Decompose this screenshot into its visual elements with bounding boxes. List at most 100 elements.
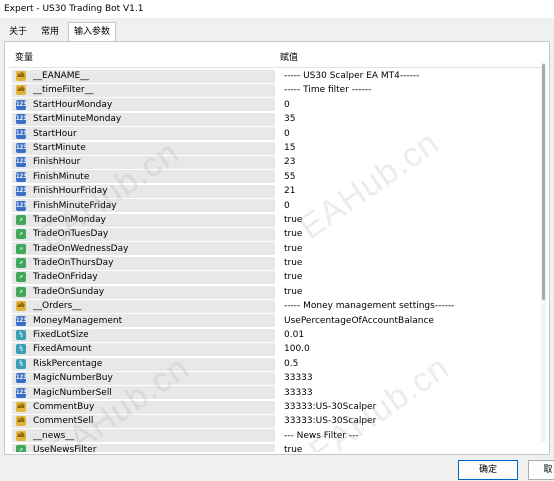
integer-type-icon: 123 [16,200,27,211]
variable-value[interactable]: --- News Filter --- [284,429,359,443]
table-row[interactable]: ½ RiskPercentage 0.5 [9,357,543,371]
variable-name: FinishHourFriday [33,186,108,197]
table-row[interactable]: 123 StartHour 0 [9,127,543,141]
integer-type-icon: 123 [16,171,27,182]
variable-value[interactable]: 15 [284,141,295,155]
variable-value[interactable]: 35 [284,112,295,126]
integer-type-icon: 123 [16,315,27,326]
integer-type-icon: 123 [16,387,27,398]
table-row[interactable]: 123 FinishHourFriday 21 [9,184,543,198]
variable-value[interactable]: 33333 [284,371,313,385]
table-row[interactable]: ↗ TradeOnWednessDay true [9,242,543,256]
table-row[interactable]: 123 StartHourMonday 0 [9,98,543,112]
table-row[interactable]: 123 MoneyManagement UsePercentageOfAccount… [9,314,543,328]
variable-value[interactable]: 0 [284,127,290,141]
integer-type-icon: 123 [16,373,27,384]
variable-value[interactable]: true [284,213,302,227]
variable-value[interactable]: ----- US30 Scalper EA MT4------ [284,69,419,83]
table-row[interactable]: ↗ TradeOnThursDay true [9,256,543,270]
variable-name: StartHour [33,128,77,139]
variable-value[interactable]: true [284,256,302,270]
variable-name: FinishMinuteFriday [33,200,117,211]
variable-value[interactable]: true [284,227,302,241]
cancel-button[interactable]: 取 [528,460,554,480]
variable-value[interactable]: ----- Money management settings------ [284,299,454,313]
variable-name: TradeOnFriday [33,272,98,283]
integer-type-icon: 123 [16,114,27,125]
table-body: ab __EANAME__ ----- US30 Scalper EA MT4---… [9,69,543,452]
variable-value[interactable]: 55 [284,170,295,184]
variable-name: MoneyManagement [33,315,123,326]
table-row[interactable]: 123 StartMinute 15 [9,141,543,155]
variable-name: MagicNumberBuy [33,373,113,384]
variable-value[interactable]: true [284,242,302,256]
variable-value[interactable]: ----- Time filter ------ [284,83,371,97]
string-type-icon: ab [16,301,26,312]
table-row[interactable]: 123 MagicNumberSell 33333 [9,386,543,400]
table-row[interactable]: ↗ UseNewsFilter true [9,443,543,452]
table-row[interactable]: 123 MagicNumberBuy 33333 [9,371,543,385]
table-row[interactable]: 123 FinishMinuteFriday 0 [9,199,543,213]
table-row[interactable]: 123 FinishHour 23 [9,155,543,170]
integer-type-icon: 123 [16,99,27,110]
scrollbar-thumb[interactable] [542,64,545,300]
tab-about[interactable]: 关于 [4,24,32,41]
variable-value[interactable]: 0 [284,199,290,213]
table-row[interactable]: ↗ TradeOnMonday true [9,213,543,227]
table-row[interactable]: ab CommentSell 33333:US-30Scalper [9,414,543,429]
table-row[interactable]: ab CommentBuy 33333:US-30Scalper [9,400,543,414]
table-row[interactable]: ab __EANAME__ ----- US30 Scalper EA MT4---… [9,69,543,83]
variable-value[interactable]: 33333 [284,386,313,400]
table-row[interactable]: ab __timeFilter__ ----- Time filter ------ [9,83,543,98]
variable-value[interactable]: 0.01 [284,328,304,342]
table-row[interactable]: ab __Orders__ ----- Money management setti… [9,299,543,313]
variable-name: __news__ [33,430,75,441]
integer-type-icon: 123 [16,142,27,153]
table-row[interactable]: ab __news__ --- News Filter --- [9,429,543,443]
table-row[interactable]: ½ FixedAmount 100.0 [9,342,543,357]
table-row[interactable]: ↗ TradeOnTuesDay true [9,227,543,241]
vertical-scrollbar[interactable] [541,62,546,442]
table-row[interactable]: ↗ TradeOnFriday true [9,270,543,285]
variable-value[interactable]: UsePercentageOfAccountBalance [284,314,434,328]
variable-name: FixedAmount [33,344,92,355]
variable-name: UseNewsFilter [33,445,97,452]
table-row[interactable]: ½ FixedLotSize 0.01 [9,328,543,342]
variable-value[interactable]: 33333:US-30Scalper [284,414,376,428]
tab-bar: 关于 常用 输入参数 [0,22,554,42]
window-title: Expert - US30 Trading Bot V1.1 [0,0,554,18]
variable-value[interactable]: true [284,443,302,452]
variable-value[interactable]: 0 [284,98,290,112]
variable-value[interactable]: 23 [284,155,295,169]
boolean-type-icon: ↗ [16,272,26,283]
variable-name: CommentSell [33,416,94,427]
column-header-variable[interactable]: 变量 [15,49,33,67]
double-type-icon: ½ [16,344,26,355]
tab-common[interactable]: 常用 [36,24,64,41]
table-row[interactable]: 123 FinishMinute 55 [9,170,543,184]
inputs-panel: 变量 赋值 ab __EANAME__ ----- US30 Scalper EA … [4,41,550,455]
table-row[interactable]: ↗ TradeOnSunday true [9,285,543,299]
variable-name: StartMinute [33,142,86,153]
variable-value[interactable]: 33333:US-30Scalper [284,400,376,414]
column-header-value[interactable]: 赋值 [280,49,298,67]
variable-value[interactable]: 0.5 [284,357,298,371]
variable-name: TradeOnWednessDay [33,243,129,254]
table-row[interactable]: 123 StartMinuteMonday 35 [9,112,543,126]
double-type-icon: ½ [16,358,26,369]
variable-value[interactable]: 100.0 [284,342,310,356]
variable-value[interactable]: true [284,270,302,284]
tab-inputs[interactable]: 输入参数 [68,22,117,42]
variable-name: RiskPercentage [33,358,103,369]
string-type-icon: ab [16,416,26,427]
parameters-table: 变量 赋值 ab __EANAME__ ----- US30 Scalper EA … [9,46,543,452]
variable-value[interactable]: true [284,285,302,299]
boolean-type-icon: ↗ [16,258,26,269]
string-type-icon: ab [16,430,26,441]
variable-name: FinishHour [33,157,81,168]
ok-button[interactable]: 确定 [458,460,518,480]
variable-name: TradeOnTuesDay [33,229,109,240]
table-header: 变量 赋值 [9,49,543,68]
variable-value[interactable]: 21 [284,184,295,198]
variable-name: FixedLotSize [33,330,89,341]
